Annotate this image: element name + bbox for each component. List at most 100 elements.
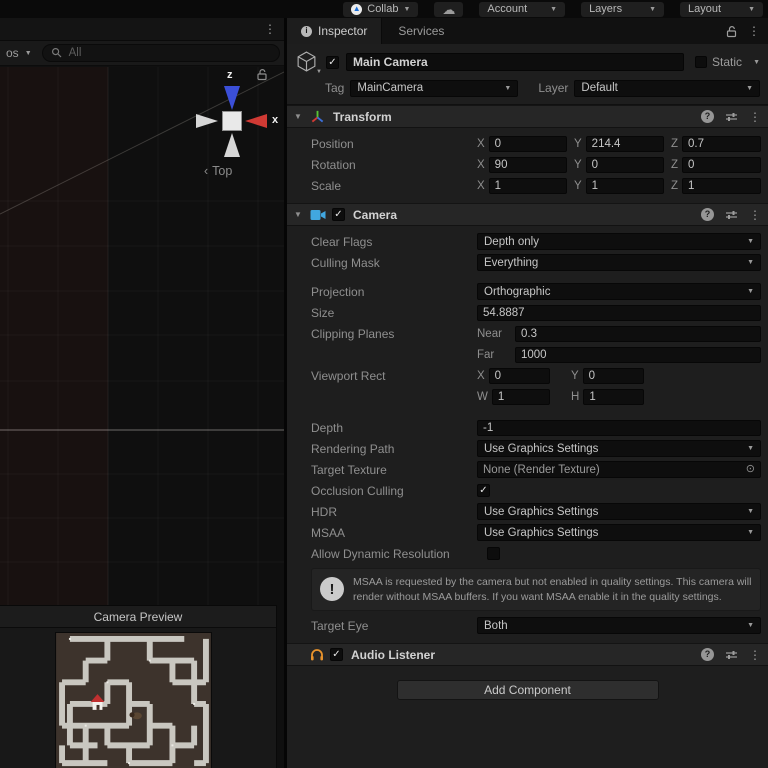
layout-dropdown[interactable]: Layout ▼ xyxy=(680,1,763,17)
rotation-z-field[interactable]: 0 xyxy=(682,156,761,173)
cloud-button[interactable]: ☁ xyxy=(434,1,464,17)
camera-header[interactable]: ▼ ✓ Camera ? ⋮ xyxy=(287,203,768,226)
help-icon[interactable]: ? xyxy=(701,110,714,123)
camera-body: Clear Flags Depth only ▼ Culling Mask Ev… xyxy=(287,226,768,643)
scene-viewport[interactable]: z x ‹ Top Camera Preview xyxy=(0,67,284,768)
audio-listener-header[interactable]: ▼ ✓ Audio Listener ? ⋮ xyxy=(287,643,768,667)
target-texture-objectfield[interactable]: None (Render Texture) ⊙ xyxy=(477,461,761,478)
position-x-field[interactable]: 0 xyxy=(488,135,567,152)
headphones-icon xyxy=(311,649,323,661)
viewport-h-field[interactable]: 1 xyxy=(583,388,644,405)
object-picker-icon[interactable]: ⊙ xyxy=(746,464,755,475)
tab-inspector[interactable]: i Inspector xyxy=(287,18,383,44)
padlock-unlocked-icon[interactable] xyxy=(256,68,268,81)
cube-icon xyxy=(297,51,316,72)
viewport-w-label: W xyxy=(477,390,488,403)
chevron-down-icon: ▼ xyxy=(24,49,32,57)
camera-preview-title: Camera Preview xyxy=(0,606,276,628)
foldout-icon[interactable]: ▼ xyxy=(294,210,304,219)
chevron-down-icon: ▼ xyxy=(747,238,754,245)
kebab-menu-icon[interactable]: ⋮ xyxy=(264,23,276,35)
static-checkbox[interactable] xyxy=(695,56,708,68)
gizmo-center-cube[interactable] xyxy=(222,111,242,131)
layer-dropdown[interactable]: Default ▼ xyxy=(574,79,760,97)
help-icon[interactable]: ? xyxy=(701,208,714,221)
scene-tabbar: ⋮ xyxy=(0,18,284,41)
tab-inspector-label: Inspector xyxy=(318,24,368,38)
transform-header[interactable]: ▼ Transform ? ⋮ xyxy=(287,105,768,128)
help-icon[interactable]: ? xyxy=(701,648,714,662)
projection-dropdown[interactable]: Orthographic ▼ xyxy=(477,283,761,300)
foldout-icon[interactable]: ▼ xyxy=(294,112,304,121)
axis-cone-down-icon[interactable] xyxy=(224,133,240,157)
axis-x-label: X xyxy=(477,179,485,192)
far-field[interactable]: 1000 xyxy=(515,346,761,363)
scale-z-field[interactable]: 1 xyxy=(682,177,761,194)
viewport-w-field[interactable]: 1 xyxy=(491,388,550,405)
camera-enabled-checkbox[interactable]: ✓ xyxy=(332,208,345,221)
position-z-field[interactable]: 0.7 xyxy=(682,135,761,152)
viewport-y-field[interactable]: 0 xyxy=(582,367,644,384)
rendering-path-dropdown[interactable]: Use Graphics Settings ▼ xyxy=(477,440,761,457)
chevron-down-icon: ▼ xyxy=(649,5,657,13)
padlock-unlocked-icon[interactable] xyxy=(726,25,738,38)
size-field[interactable]: 54.8887 xyxy=(477,304,761,321)
tab-services[interactable]: Services xyxy=(382,18,460,44)
x-axis-cone-icon[interactable] xyxy=(245,114,267,128)
presets-icon[interactable] xyxy=(725,209,738,221)
gizmos-dropdown[interactable]: os ▼ xyxy=(2,46,36,60)
gameobject-icon-button[interactable]: ▼ xyxy=(295,50,322,75)
tag-label: Tag xyxy=(325,81,345,95)
tag-dropdown[interactable]: MainCamera ▼ xyxy=(350,79,519,97)
gameobject-active-checkbox[interactable]: ✓ xyxy=(326,55,339,69)
near-field[interactable]: 0.3 xyxy=(515,325,761,342)
view-mode-toggle[interactable]: ‹ Top xyxy=(204,164,232,178)
z-axis-cone-icon[interactable] xyxy=(224,86,240,110)
projection-label: Projection xyxy=(311,284,365,299)
scene-panel: ⋮ os ▼ All z x ‹ Top Camera Preview xyxy=(0,18,284,768)
kebab-menu-icon[interactable]: ⋮ xyxy=(749,111,761,123)
culling-mask-dropdown[interactable]: Everything ▼ xyxy=(477,254,761,271)
x-axis-label: x xyxy=(272,114,279,126)
rotation-x-field[interactable]: 90 xyxy=(488,156,567,173)
target-eye-dropdown[interactable]: Both ▼ xyxy=(477,617,761,635)
kebab-menu-icon[interactable]: ⋮ xyxy=(748,25,760,37)
chevron-down-icon: ▼ xyxy=(550,5,558,13)
msaa-warning-box: ! MSAA is requested by the camera but no… xyxy=(311,568,761,612)
scale-y-field[interactable]: 1 xyxy=(585,177,664,194)
checkmark-icon: ✓ xyxy=(479,485,488,496)
gameobject-name-field[interactable]: Main Camera xyxy=(346,53,685,71)
axis-z-label: Z xyxy=(671,158,679,171)
axis-cone-left-icon[interactable] xyxy=(196,114,218,128)
msaa-dropdown[interactable]: Use Graphics Settings ▼ xyxy=(477,524,761,541)
depth-field[interactable]: -1 xyxy=(477,419,761,436)
static-toggle[interactable]: Static ▼ xyxy=(695,55,760,69)
hdr-dropdown[interactable]: Use Graphics Settings ▼ xyxy=(477,503,761,520)
hdr-label: HDR xyxy=(311,504,337,519)
layers-dropdown[interactable]: Layers ▼ xyxy=(581,1,665,17)
inspector-tabbar: i Inspector Services ⋮ xyxy=(287,18,768,44)
rotation-y-field[interactable]: 0 xyxy=(585,156,664,173)
msaa-label: MSAA xyxy=(311,525,346,540)
clear-flags-label: Clear Flags xyxy=(311,234,373,249)
kebab-menu-icon[interactable]: ⋮ xyxy=(749,649,761,661)
scene-search-input[interactable]: All xyxy=(41,44,280,62)
account-dropdown[interactable]: Account ▼ xyxy=(479,1,566,17)
kebab-menu-icon[interactable]: ⋮ xyxy=(749,209,761,221)
position-y-field[interactable]: 214.4 xyxy=(585,135,664,152)
axis-y-label: Y xyxy=(574,158,582,171)
axis-z-label: Z xyxy=(671,179,679,192)
add-component-button[interactable]: Add Component xyxy=(396,680,659,701)
presets-icon[interactable] xyxy=(725,111,738,123)
camera-title: Camera xyxy=(353,207,398,222)
presets-icon[interactable] xyxy=(725,649,738,661)
audio-listener-enabled-checkbox[interactable]: ✓ xyxy=(330,648,343,662)
collab-button[interactable]: ▲ Collab ▼ xyxy=(343,1,419,17)
chevron-down-icon: ▼ xyxy=(746,84,753,92)
clear-flags-dropdown[interactable]: Depth only ▼ xyxy=(477,233,761,250)
chevron-down-icon: ▼ xyxy=(748,5,755,13)
allow-dynamic-resolution-checkbox[interactable] xyxy=(487,547,500,560)
viewport-x-field[interactable]: 0 xyxy=(488,367,550,384)
scale-x-field[interactable]: 1 xyxy=(488,177,567,194)
occlusion-culling-checkbox[interactable]: ✓ xyxy=(477,484,490,497)
